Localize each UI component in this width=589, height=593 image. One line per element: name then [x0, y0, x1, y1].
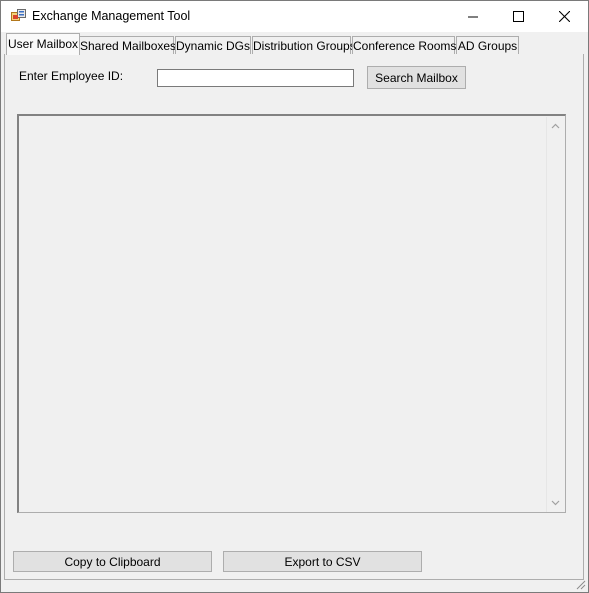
tab-conference-rooms[interactable]: Conference Rooms — [352, 36, 456, 55]
employee-id-input[interactable] — [157, 69, 354, 87]
tab-user-mailbox[interactable]: User Mailbox — [6, 33, 80, 55]
close-icon — [558, 11, 570, 22]
export-to-csv-button[interactable]: Export to CSV — [223, 551, 422, 572]
maximize-icon — [512, 11, 524, 22]
tab-ad-groups[interactable]: AD Groups — [456, 36, 519, 55]
scroll-up-icon[interactable] — [550, 121, 561, 132]
tab-shared-mailboxes[interactable]: Shared Mailboxes — [79, 36, 176, 55]
scroll-down-icon[interactable] — [550, 497, 561, 508]
maximize-button[interactable] — [495, 1, 541, 32]
resize-grip-icon[interactable] — [574, 578, 586, 590]
results-textbox[interactable] — [17, 114, 566, 513]
tab-distribution-groups[interactable]: Distribution Groups — [252, 36, 356, 55]
employee-id-label: Enter Employee ID: — [19, 69, 124, 83]
title-bar[interactable]: Exchange Management Tool — [1, 1, 588, 32]
minimize-icon — [468, 16, 478, 17]
minimize-button[interactable] — [450, 1, 496, 32]
window-title: Exchange Management Tool — [32, 9, 191, 23]
tab-strip: User Mailbox Shared Mailboxes Dynamic DG… — [3, 33, 586, 55]
close-button[interactable] — [541, 1, 587, 32]
tab-dynamic-dgs[interactable]: Dynamic DGs — [175, 36, 251, 55]
main-window: Exchange Management Tool User Mailbox Sh… — [0, 0, 589, 593]
results-scrollbar[interactable] — [546, 117, 564, 512]
copy-to-clipboard-button[interactable]: Copy to Clipboard — [13, 551, 212, 572]
app-icon — [11, 9, 26, 24]
search-mailbox-button[interactable]: Search Mailbox — [367, 66, 466, 89]
